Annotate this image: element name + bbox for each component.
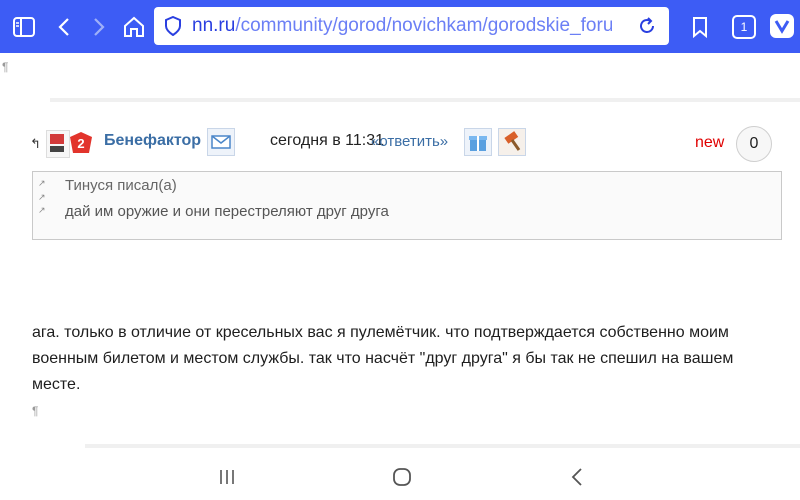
mail-icon[interactable] [207,128,235,156]
arrow-up-icon[interactable]: ↰ [30,136,41,152]
post-body: ага. только в отличие от кресельных вас … [32,324,734,393]
quote-arrow-icon: ↗ [38,205,46,215]
quote-arrow-icon: ↗ [38,192,46,202]
post-header: ↰ 2 Бенефактор сегодня в 11:31 «ответить… [30,126,780,162]
shield-icon[interactable] [164,15,182,41]
home-icon[interactable] [112,0,156,53]
reply-link[interactable]: «ответить» [371,133,448,150]
gift-icon[interactable] [464,128,492,156]
post-timestamp: сегодня в 11:31 [270,132,385,149]
back-nav-icon[interactable] [547,454,607,500]
svg-text:2: 2 [77,136,84,151]
address-bar[interactable]: nn.ru/community/gorod/novichkam/gorodski… [154,7,669,45]
paragraph-mark: ¶ [32,404,39,418]
browser-toolbar: nn.ru/community/gorod/novichkam/gorodski… [0,0,800,53]
avatar[interactable] [46,130,70,158]
quote-author: Тинуся писал(а) [65,177,177,194]
new-label: new [695,134,725,151]
hammer-icon[interactable] [498,128,526,156]
reload-icon[interactable] [637,16,657,41]
post-divider [85,444,800,448]
vivaldi-icon[interactable] [770,14,794,38]
post-divider [50,98,800,102]
url-domain: nn.ru [192,15,236,36]
paragraph-mark: ¶ [2,60,9,74]
url-path: /community/gorod/novichkam/gorodskie_for… [235,15,612,36]
bookmark-icon[interactable] [678,0,722,53]
tabs-icon[interactable]: 1 [732,15,756,39]
quote-text: дай им оружие и они перестреляют друг др… [65,203,389,220]
reply-count[interactable]: 0 [736,126,772,162]
rank-badge-icon: 2 [68,131,94,155]
home-nav-icon[interactable] [372,454,432,500]
author-name[interactable]: Бенефактор [104,132,201,150]
system-nav-bar [0,454,800,500]
quote-arrow-icon: ↗ [38,178,46,188]
recent-apps-icon[interactable] [197,454,257,500]
sidebar-icon[interactable] [2,0,46,53]
url-text[interactable]: nn.ru/community/gorod/novichkam/gorodski… [192,7,612,45]
quote-block: ↗ ↗ ↗ Тинуся писал(а) дай им оружие и он… [32,171,782,240]
